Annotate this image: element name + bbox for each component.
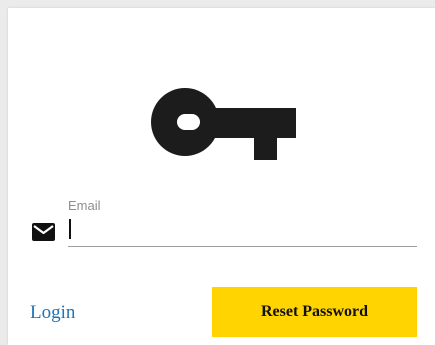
- mail-icon: [32, 223, 55, 241]
- reset-password-card: Email Login Reset Password: [8, 8, 435, 345]
- email-label: Email: [68, 198, 101, 213]
- text-cursor: [69, 219, 71, 239]
- reset-password-button[interactable]: Reset Password: [212, 287, 417, 337]
- login-link[interactable]: Login: [30, 302, 75, 324]
- key-icon: [151, 88, 296, 160]
- email-input[interactable]: [68, 216, 417, 247]
